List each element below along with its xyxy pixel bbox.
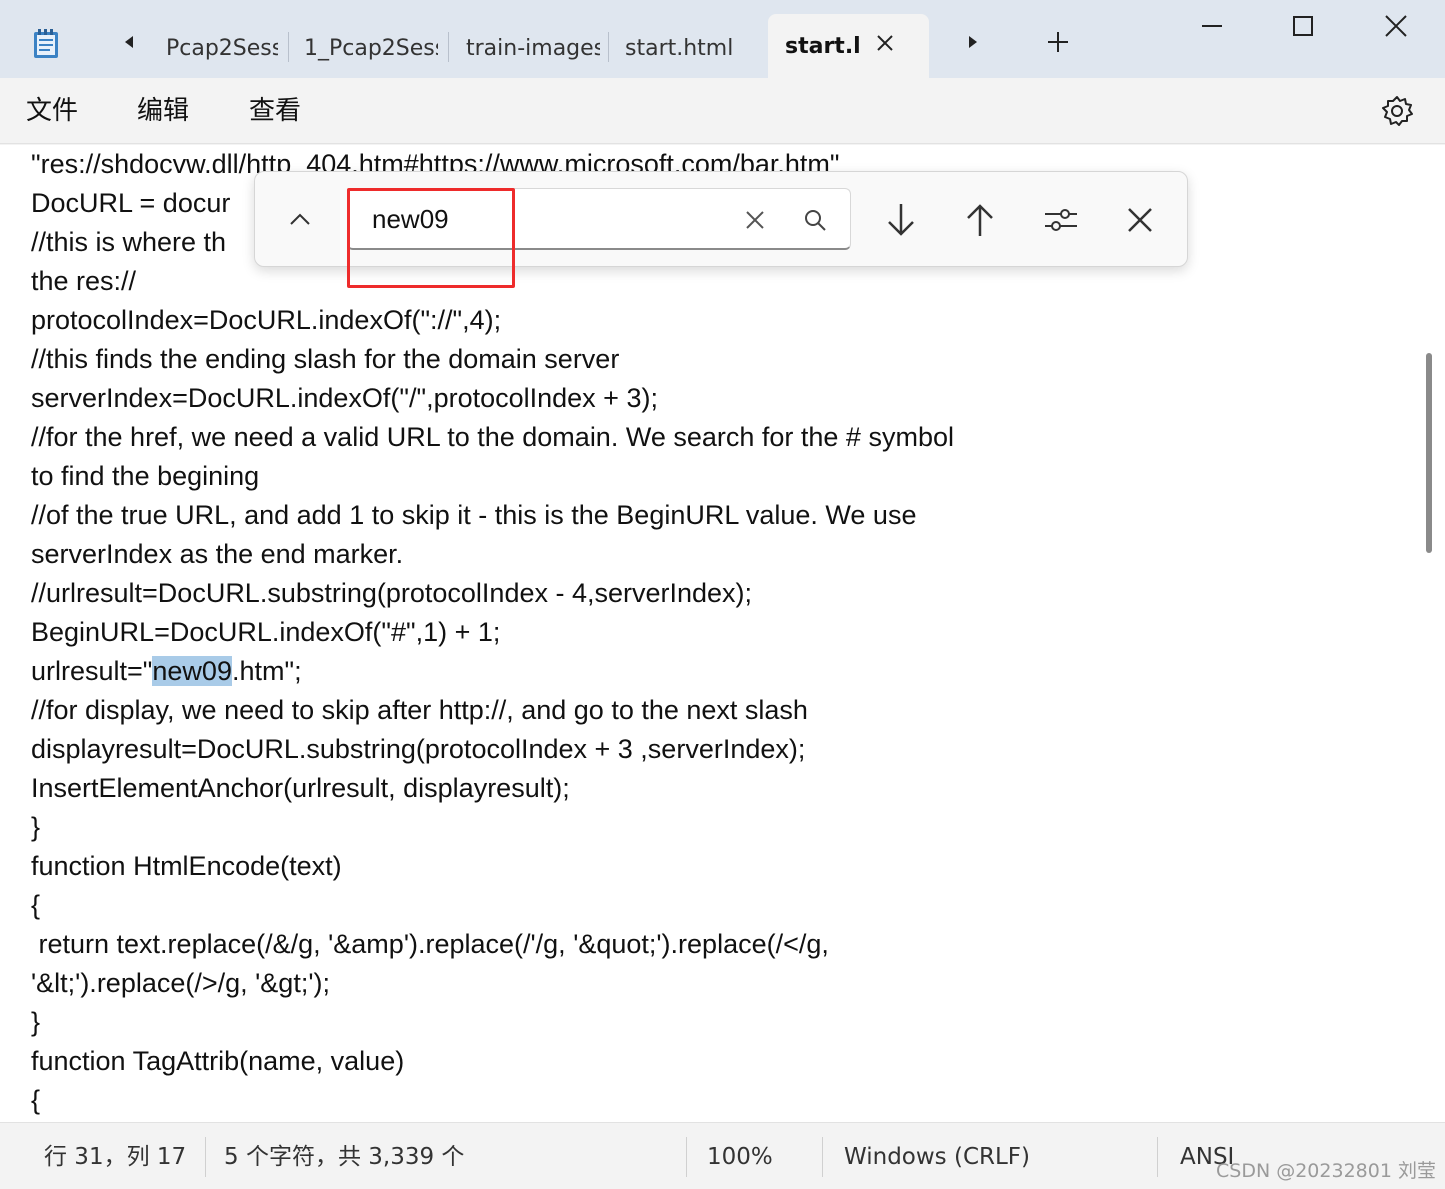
code-line: //for the href, we need a valid URL to t…	[31, 422, 954, 452]
maximize-button[interactable]	[1256, 0, 1350, 52]
zoom-level[interactable]: 100%	[707, 1141, 773, 1173]
settings-button[interactable]	[1380, 94, 1414, 128]
menu-file[interactable]: 文件	[26, 94, 78, 128]
minimize-button[interactable]	[1165, 0, 1259, 52]
code-line: function TagAttrib(name, value)	[31, 1046, 405, 1076]
tab-start-html[interactable]: start.html	[625, 22, 755, 76]
search-icon	[805, 210, 826, 231]
tab-divider	[288, 32, 289, 62]
close-icon	[746, 211, 764, 229]
sliders-icon	[1045, 209, 1077, 231]
close-icon	[877, 35, 893, 51]
code-line: DocURL = docur	[31, 188, 231, 218]
tab-scroll-left-button[interactable]	[114, 30, 144, 60]
menu-view[interactable]: 查看	[249, 94, 301, 128]
code-line: InsertElementAnchor(urlresult, displayre…	[31, 773, 570, 803]
find-collapse-button[interactable]	[283, 202, 317, 236]
status-divider	[205, 1137, 206, 1177]
code-line: //this is where th	[31, 227, 227, 257]
code-line: }	[31, 1007, 41, 1037]
title-bar: Pcap2Sess 1_Pcap2Sess train-images start…	[0, 0, 1445, 80]
find-bar	[254, 171, 1188, 267]
find-next-button[interactable]	[881, 200, 921, 240]
minimize-icon	[1202, 25, 1222, 27]
menu-edit[interactable]: 编辑	[137, 94, 189, 128]
tab-label: Pcap2Sess	[166, 36, 278, 61]
code-line: the res://	[31, 266, 137, 296]
triangle-left-icon	[125, 36, 133, 48]
find-previous-button[interactable]	[960, 200, 1000, 240]
code-line: protocolIndex=DocURL.indexOf("://",4);	[31, 305, 502, 335]
vertical-scrollbar[interactable]	[1426, 353, 1432, 553]
code-line-current: urlresult="new09.htm";	[31, 652, 302, 691]
close-window-button[interactable]	[1349, 0, 1443, 52]
close-icon	[1385, 15, 1407, 37]
plus-icon	[1048, 32, 1068, 52]
tab-divider	[448, 32, 449, 62]
find-clear-button[interactable]	[740, 205, 770, 235]
code-line: {	[31, 890, 41, 920]
tab-label: start.l	[785, 34, 861, 59]
arrow-up-icon	[967, 204, 993, 236]
notepad-window: Pcap2Sess 1_Pcap2Sess train-images start…	[0, 0, 1445, 1189]
arrow-down-icon	[888, 204, 914, 236]
close-icon	[1128, 208, 1152, 232]
triangle-right-icon	[969, 36, 977, 48]
code-line: //urlresult=DocURL.substring(protocolInd…	[31, 578, 753, 608]
tab-divider	[608, 32, 609, 62]
code-line: //for display, we need to skip after htt…	[31, 695, 808, 725]
selection-count: 5 个字符，共 3,339 个	[224, 1144, 465, 1170]
code-line: //of the true URL, and add 1 to skip it …	[31, 500, 917, 530]
code-line: {	[31, 1085, 41, 1115]
new-tab-button[interactable]	[1043, 30, 1073, 60]
tab-train-images[interactable]: train-images	[466, 22, 600, 76]
tab-scroll-right-button[interactable]	[958, 30, 988, 60]
code-text: urlresult="	[31, 656, 153, 686]
find-search-button[interactable]	[800, 205, 830, 235]
tab-active-start[interactable]: start.l	[768, 14, 929, 80]
line-ending[interactable]: Windows (CRLF)	[844, 1141, 1030, 1173]
find-input-box	[347, 188, 851, 250]
code-line: //this finds the ending slash for the do…	[31, 344, 620, 374]
code-line: displayresult=DocURL.substring(protocolI…	[31, 734, 806, 764]
code-text: .htm";	[231, 656, 302, 686]
tab-label: start.html	[625, 36, 734, 61]
tab-label: 1_Pcap2Sess	[304, 36, 438, 61]
watermark-text: CSDN @20232801 刘莹	[1216, 1160, 1436, 1182]
find-options-button[interactable]	[1041, 200, 1081, 240]
maximize-icon	[1293, 16, 1313, 36]
code-line: return text.replace(/&/g, '&amp').replac…	[31, 929, 829, 959]
tab-label: train-images	[466, 36, 600, 61]
code-line: }	[31, 812, 41, 842]
text-editor[interactable]: "res://shdocvw.dll/http_404.htm#https://…	[0, 145, 1445, 1122]
notepad-icon	[32, 28, 60, 60]
code-line: to find the begining	[31, 461, 260, 491]
code-line: serverIndex=DocURL.indexOf("/",protocolI…	[31, 383, 658, 413]
code-line: function HtmlEncode(text)	[31, 851, 342, 881]
tab-1-pcap2sess[interactable]: 1_Pcap2Sess	[304, 22, 438, 76]
code-line: serverIndex as the end marker.	[31, 539, 404, 569]
cursor-position: 行 31，列 17	[44, 1144, 187, 1170]
menu-bar: 文件 编辑 查看	[0, 78, 1445, 144]
chevron-up-icon	[290, 213, 310, 225]
status-divider	[686, 1137, 687, 1177]
code-line: BeginURL=DocURL.indexOf("#",1) + 1;	[31, 617, 501, 647]
tab-pcap2sess[interactable]: Pcap2Sess	[166, 22, 278, 76]
find-close-button[interactable]	[1120, 200, 1160, 240]
status-divider	[822, 1137, 823, 1177]
find-input[interactable]	[372, 201, 732, 237]
gear-icon	[1382, 96, 1413, 126]
status-divider	[1157, 1137, 1158, 1177]
search-match-highlight: new09	[152, 656, 232, 686]
tab-close-button[interactable]	[872, 32, 898, 58]
code-line: '&lt;').replace(/>/g, '&gt;');	[31, 968, 330, 998]
